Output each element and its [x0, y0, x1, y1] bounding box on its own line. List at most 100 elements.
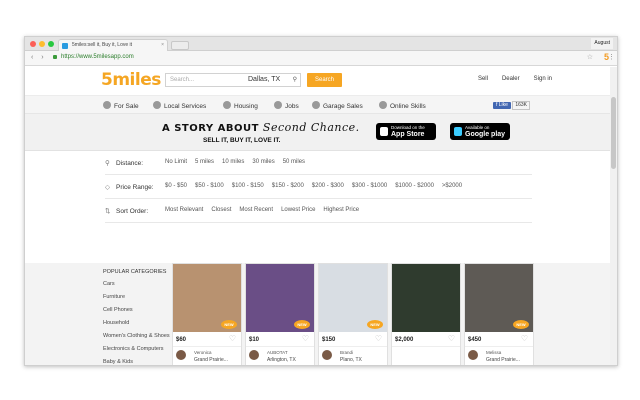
price-label: ◇ Price Range: [105, 183, 154, 191]
profile-name[interactable]: August [591, 38, 613, 49]
sort-option[interactable]: Most Recent [239, 207, 273, 213]
sell-link[interactable]: Sell [478, 76, 488, 82]
app-store-small: Download on the [391, 125, 425, 130]
browser-tab[interactable]: 5miles:sell it, Buy it, Love it × [58, 39, 168, 51]
favorite-heart-icon[interactable]: ♡ [521, 334, 528, 343]
site-header: 5miles Search... Dallas, TX ⚲ Search Sel… [25, 67, 612, 96]
favorite-heart-icon[interactable]: ♡ [229, 334, 236, 343]
price-option[interactable]: $150 - $200 [272, 183, 304, 189]
sort-option[interactable]: Highest Price [323, 207, 359, 213]
new-badge: NEW [221, 320, 237, 329]
facebook-like-button[interactable]: f Like [493, 102, 511, 109]
city-input[interactable]: Dallas, TX [248, 74, 280, 86]
app-store-button[interactable]: Download on the App Store [376, 123, 436, 140]
category-jobs[interactable]: Jobs [274, 101, 299, 110]
category-housing[interactable]: Housing [223, 101, 258, 110]
favorite-heart-icon[interactable]: ♡ [448, 334, 455, 343]
avatar[interactable] [322, 350, 332, 360]
seller-name[interactable]: Brandi [340, 350, 353, 355]
dealer-link[interactable]: Dealer [502, 76, 520, 82]
price-option[interactable]: $1000 - $2000 [395, 183, 434, 189]
sort-option[interactable]: Lowest Price [281, 207, 315, 213]
back-forward-icon[interactable]: ‹ › [31, 54, 47, 61]
search-button[interactable]: Search [307, 73, 342, 87]
category-garage-sales[interactable]: Garage Sales [312, 101, 363, 110]
price-options: $0 - $50 $50 - $100 $100 - $150 $150 - $200… [165, 183, 462, 189]
sort-label: ⇅ Sort Order: [105, 207, 148, 215]
favorite-heart-icon[interactable]: ♡ [375, 334, 382, 343]
search-box[interactable]: Search... Dallas, TX ⚲ [165, 73, 301, 87]
card-divider [465, 346, 533, 347]
sidebar-category-item[interactable]: Furniture [103, 294, 173, 301]
price-option[interactable]: $100 - $150 [232, 183, 264, 189]
price-option[interactable]: >$2000 [442, 183, 462, 189]
google-play-big: Google play [465, 131, 506, 138]
google-play-button[interactable]: Available on Google play [450, 123, 510, 140]
popular-categories-title: POPULAR CATEGORIES [103, 269, 167, 275]
listing-card[interactable]: NEW $10 ♡ AUBOTAT Arlington, TX [245, 263, 315, 365]
bookmark-star-icon[interactable]: ☆ [587, 53, 593, 61]
banner-tagline: SELL IT, BUY IT, LOVE IT. [203, 137, 281, 144]
listing-location: Plano, TX [340, 357, 362, 363]
avatar[interactable] [468, 350, 478, 360]
category-for-sale[interactable]: For Sale [103, 101, 139, 110]
sidebar-category-item[interactable]: Cell Phones [103, 307, 173, 314]
price-option[interactable]: $200 - $300 [312, 183, 344, 189]
window-controls [30, 41, 54, 47]
browser-menu-icon[interactable]: ⋮ [608, 53, 615, 61]
distance-label: ⚲ Distance: [105, 159, 143, 167]
distance-option[interactable]: 30 miles [252, 159, 274, 165]
seller-name[interactable]: Veronica [194, 350, 212, 355]
distance-options: No Limit 5 miles 10 miles 30 miles 50 miles [165, 159, 305, 165]
price-option[interactable]: $0 - $50 [165, 183, 187, 189]
sort-option[interactable]: Closest [211, 207, 231, 213]
category-label: Local Services [164, 103, 207, 110]
new-badge: NEW [513, 320, 529, 329]
category-nav: For Sale Local Services Housing Jobs Gar… [25, 96, 612, 114]
house-icon [223, 101, 231, 109]
sort-option[interactable]: Most Relevant [165, 207, 203, 213]
distance-option[interactable]: 5 miles [195, 159, 214, 165]
category-local-services[interactable]: Local Services [153, 101, 206, 110]
search-input[interactable]: Search... [170, 74, 194, 86]
sign-in-link[interactable]: Sign in [534, 76, 552, 82]
seller-name[interactable]: Melissa [486, 350, 501, 355]
listing-card[interactable]: NEW $150 ♡ Brandi Plano, TX [318, 263, 388, 365]
price-option[interactable]: $50 - $100 [195, 183, 224, 189]
listing-location: Grand Prairie... [486, 357, 520, 363]
sidebar-category-item[interactable]: Women's Clothing & Shoes [103, 333, 173, 340]
minimize-window-button[interactable] [39, 41, 45, 47]
listing-card[interactable]: $2,000 ♡ [391, 263, 461, 365]
favorite-heart-icon[interactable]: ♡ [302, 334, 309, 343]
sidebar-category-item[interactable]: Household [103, 320, 173, 327]
distance-option[interactable]: No Limit [165, 159, 187, 165]
close-tab-icon[interactable]: × [161, 40, 164, 51]
apple-icon [380, 127, 388, 136]
close-window-button[interactable] [30, 41, 36, 47]
listing-card[interactable]: NEW $450 ♡ Melissa Grand Prairie... [464, 263, 534, 365]
distance-option[interactable]: 10 miles [222, 159, 244, 165]
page-scrollbar[interactable] [610, 67, 617, 365]
5miles-logo[interactable]: 5miles [101, 70, 161, 90]
scrollbar-thumb[interactable] [611, 97, 616, 169]
category-label: Garage Sales [323, 103, 363, 110]
tag-icon [103, 101, 111, 109]
listing-card[interactable]: NEW $60 ♡ Veronica Grand Prairie... [172, 263, 242, 365]
promo-banner[interactable]: A STORY ABOUT Second Chance. SELL IT, BU… [25, 114, 612, 151]
location-pin-icon[interactable]: ⚲ [293, 74, 297, 86]
seller-name[interactable]: AUBOTAT [267, 350, 288, 355]
maximize-window-button[interactable] [48, 41, 54, 47]
url-field[interactable]: https://www.5milesapp.com [61, 54, 134, 60]
price-option[interactable]: $300 - $1000 [352, 183, 387, 189]
avatar[interactable] [176, 350, 186, 360]
category-online-skills[interactable]: Online Skills [379, 101, 426, 110]
sidebar-category-item[interactable]: Cars [103, 281, 173, 288]
listing-image[interactable] [392, 264, 460, 332]
sidebar-category-item[interactable]: Electronics & Computers [103, 346, 173, 353]
new-tab-button[interactable] [171, 41, 189, 50]
facebook-like[interactable]: f Like 163K [493, 101, 531, 110]
sidebar-category-item[interactable]: Baby & Kids [103, 359, 173, 365]
distance-option[interactable]: 50 miles [283, 159, 305, 165]
sort-options: Most Relevant Closest Most Recent Lowest Pr… [165, 207, 359, 213]
avatar[interactable] [249, 350, 259, 360]
